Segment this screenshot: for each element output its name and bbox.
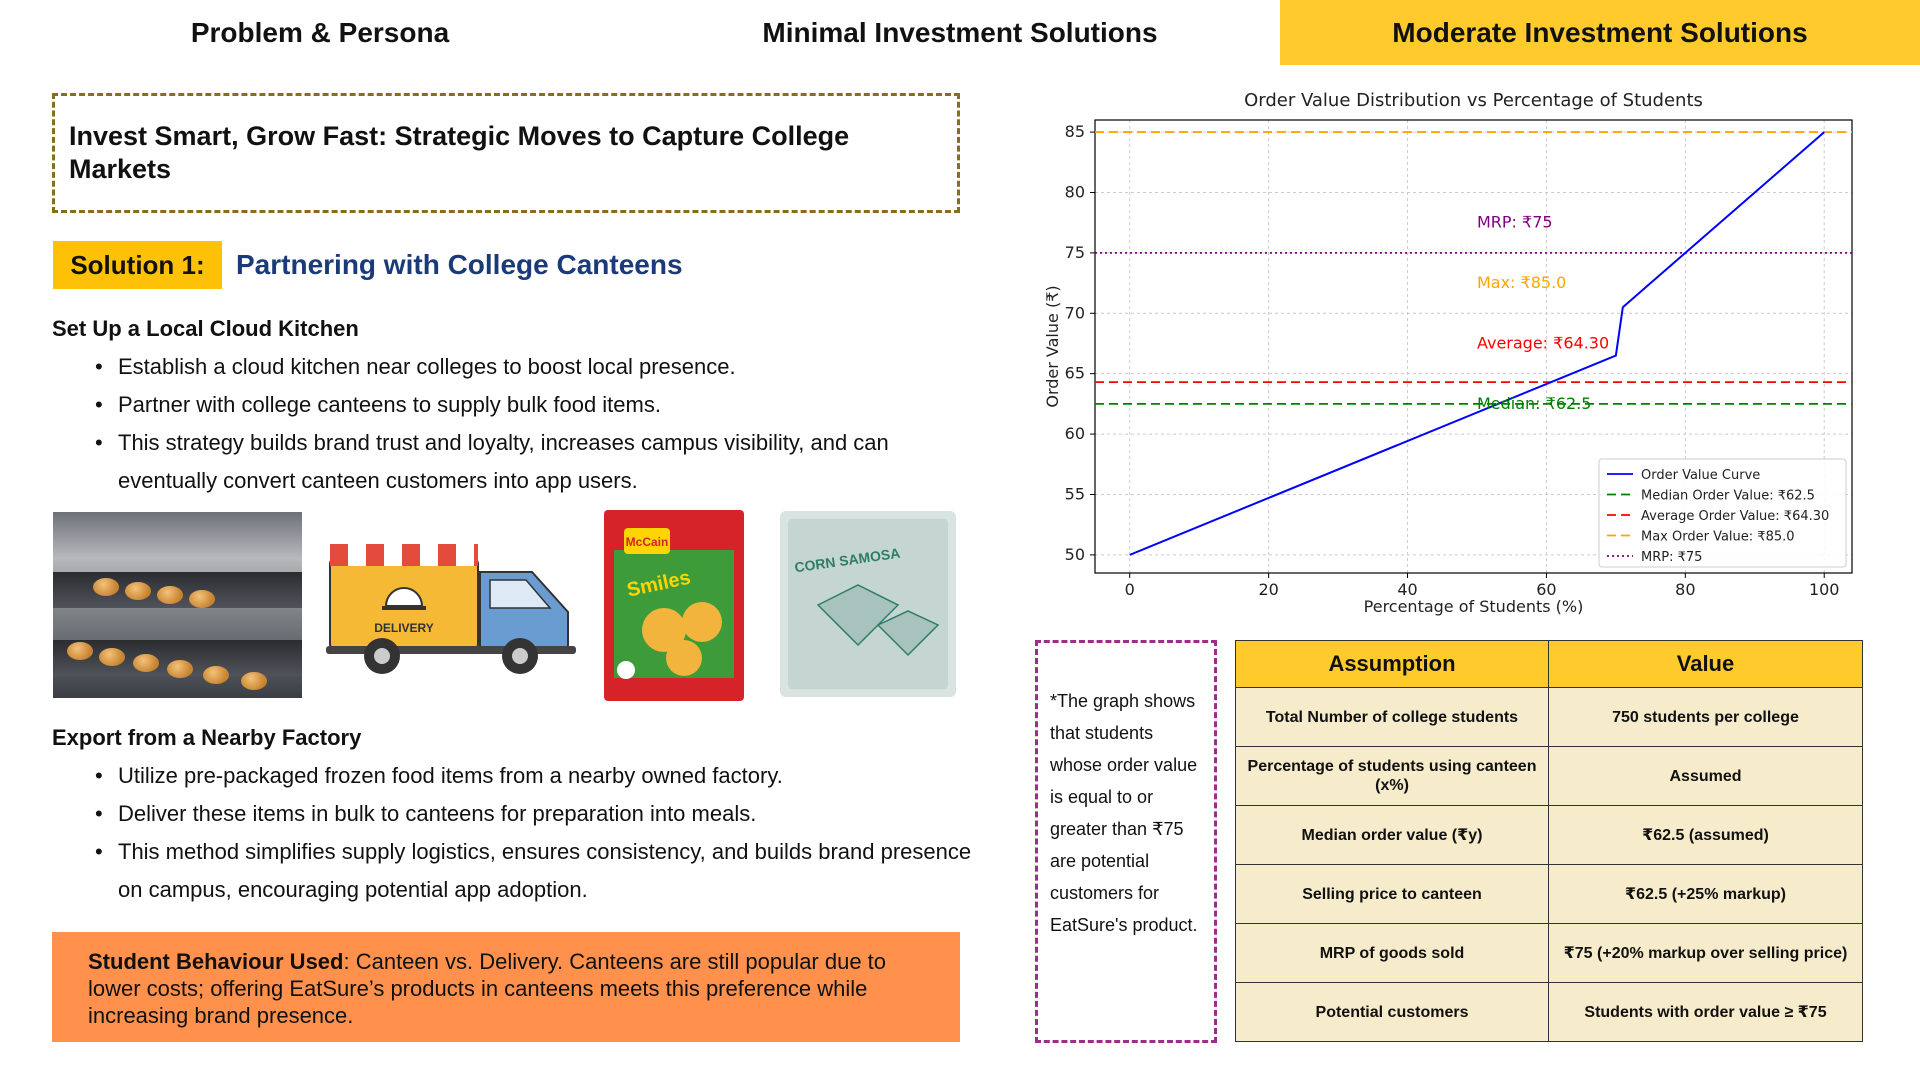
- chart-legend-label: Median Order Value: ₹62.5: [1641, 489, 1815, 504]
- list-item: Utilize pre-packaged frozen food items f…: [95, 757, 975, 795]
- tab-moderate-investment[interactable]: Moderate Investment Solutions: [1280, 0, 1920, 65]
- table-row: Median order value (₹y) ₹62.5 (assumed): [1235, 805, 1863, 865]
- table-cell: Assumed: [1548, 746, 1863, 806]
- top-nav: Problem & Persona Minimal Investment Sol…: [0, 0, 1920, 65]
- section-bullets-cloud-kitchen: Establish a cloud kitchen near colleges …: [95, 348, 975, 500]
- chart-svg: 0 20 40 60 80 1005055606570758085Order Value …: [1043, 90, 1853, 616]
- table-cell: Total Number of college students: [1235, 687, 1549, 747]
- table-cell: MRP of goods sold: [1235, 923, 1549, 983]
- chart-annotation: Median: ₹62.5: [1477, 394, 1591, 413]
- chart-tick-label-y: 60: [1065, 424, 1085, 443]
- tab-problem-persona[interactable]: Problem & Persona: [0, 0, 640, 65]
- list-item: This method simplifies supply logistics,…: [95, 833, 975, 909]
- mccain-smiles-pack-image: McCain Smiles: [604, 510, 744, 701]
- table-header-value: Value: [1548, 640, 1863, 688]
- factory-image: [53, 512, 302, 698]
- title-box: Invest Smart, Grow Fast: Strategic Moves…: [52, 93, 960, 213]
- delivery-truck-image: DELIVERY: [322, 528, 584, 681]
- order-value-chart: 0 20 40 60 80 100 50 55 60 65 70 75 80 85 Order Value …: [1030, 85, 1860, 630]
- chart-tick-label-x: 80: [1675, 580, 1695, 599]
- behaviour-label: Student Behaviour Used: [88, 949, 344, 974]
- section-heading-factory: Export from a Nearby Factory: [52, 725, 362, 750]
- student-behaviour-box: Student Behaviour Used: Canteen vs. Deli…: [52, 932, 960, 1042]
- table-row: Total Number of college students 750 stud…: [1235, 687, 1863, 747]
- chart-xlabel: Percentage of Students (%): [1364, 597, 1584, 616]
- chart-title: Order Value Distribution vs Percentage o…: [1244, 90, 1703, 111]
- chart-legend-label: Average Order Value: ₹64.30: [1641, 509, 1829, 524]
- chart-ylabel: Order Value (₹): [1043, 285, 1062, 407]
- chart-tick-label-y: 80: [1065, 182, 1085, 201]
- table-cell: Potential customers: [1235, 982, 1549, 1042]
- chart-tick-label-y: 75: [1065, 243, 1085, 262]
- table-cell: ₹62.5 (assumed): [1548, 805, 1863, 865]
- solution-badge: Solution 1:: [53, 241, 222, 289]
- chart-annotation: Average: ₹64.30: [1477, 333, 1609, 352]
- chart-tick-label-x: 0: [1125, 580, 1135, 599]
- table-cell: ₹62.5 (+25% markup): [1548, 864, 1863, 924]
- chart-legend-label: Order Value Curve: [1641, 468, 1760, 483]
- chart-tick-label-y: 65: [1065, 364, 1085, 383]
- table-row: Selling price to canteen ₹62.5 (+25% mark…: [1235, 864, 1863, 924]
- chart-tick-label-y: 70: [1065, 303, 1085, 322]
- corn-samosa-pack-image: CORN SAMOSA: [778, 505, 958, 701]
- table-cell: Students with order value ≥ ₹75: [1548, 982, 1863, 1042]
- mccain-brand: McCain: [626, 535, 669, 549]
- table-row: Potential customers Students with order v…: [1235, 982, 1863, 1042]
- table-cell: Selling price to canteen: [1235, 864, 1549, 924]
- table-cell: Percentage of students using canteen (x%…: [1235, 746, 1549, 806]
- table-row: MRP of goods sold ₹75 (+20% markup over s…: [1235, 923, 1863, 983]
- page-title: Invest Smart, Grow Fast: Strategic Moves…: [69, 121, 850, 184]
- list-item: Deliver these items in bulk to canteens …: [95, 795, 975, 833]
- table-header-assumption: Assumption: [1235, 640, 1549, 688]
- tab-minimal-investment[interactable]: Minimal Investment Solutions: [640, 0, 1280, 65]
- table-cell: Median order value (₹y): [1235, 805, 1549, 865]
- table-cell: ₹75 (+20% markup over selling price): [1548, 923, 1863, 983]
- chart-tick-label-y: 85: [1065, 122, 1085, 141]
- solution-title: Partnering with College Canteens: [236, 249, 683, 280]
- chart-tick-label-x: 100: [1809, 580, 1840, 599]
- graph-note: *The graph shows that students whose ord…: [1035, 640, 1217, 1043]
- truck-label: DELIVERY: [374, 621, 434, 635]
- table-header-row: Assumption Value: [1235, 640, 1863, 688]
- list-item: This strategy builds brand trust and loy…: [95, 424, 975, 500]
- list-item: Establish a cloud kitchen near colleges …: [95, 348, 975, 386]
- table-row: Percentage of students using canteen (x%…: [1235, 746, 1863, 806]
- table-cell: 750 students per college: [1548, 687, 1863, 747]
- chart-annotation: Max: ₹85.0: [1477, 273, 1566, 292]
- chart-legend-label: MRP: ₹75: [1641, 550, 1702, 565]
- section-bullets-factory: Utilize pre-packaged frozen food items f…: [95, 757, 975, 909]
- chart-tick-label-x: 20: [1258, 580, 1278, 599]
- assumption-table: Assumption Value Total Number of college…: [1235, 640, 1863, 1042]
- section-heading-cloud-kitchen: Set Up a Local Cloud Kitchen: [52, 316, 359, 341]
- list-item: Partner with college canteens to supply …: [95, 386, 975, 424]
- chart-tick-label-y: 55: [1065, 484, 1085, 503]
- chart-tick-label-y: 50: [1065, 545, 1085, 564]
- chart-annotation: MRP: ₹75: [1477, 213, 1553, 232]
- chart-legend-label: Max Order Value: ₹85.0: [1641, 530, 1795, 545]
